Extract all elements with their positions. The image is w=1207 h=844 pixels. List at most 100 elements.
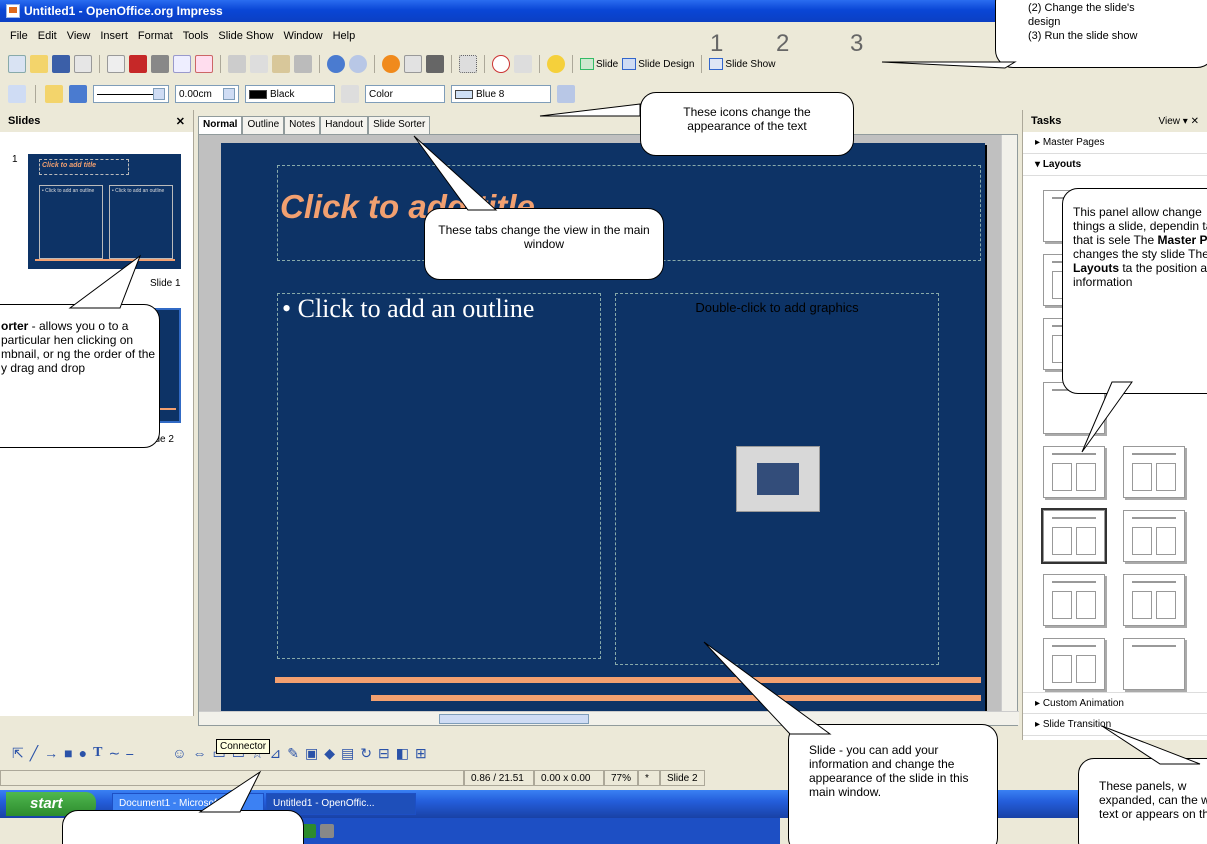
new-document-icon[interactable] [8,55,26,73]
layout-box [1076,655,1096,683]
connector-tool-icon[interactable]: ⎯ [126,745,166,762]
view-menu[interactable]: View ▾ ✕ [1159,116,1199,127]
callout-line: (3) Run the slide show [1028,30,1138,42]
print-icon[interactable] [151,55,169,73]
status-zoom[interactable]: 77% [604,770,638,786]
basic-shapes-icon[interactable]: ☺ [172,745,186,761]
tasks-pane-title: Tasks [1031,115,1062,127]
block-arrows-icon[interactable]: ⇔ [192,745,206,761]
glue-points-icon[interactable]: ⊞ [415,745,427,762]
menu-slide-show[interactable]: Slide Show [218,30,273,48]
points-icon[interactable]: ⊿ [270,745,282,762]
help-icon[interactable] [547,55,565,73]
menu-window[interactable]: Window [283,30,322,48]
menu-tools[interactable]: Tools [183,30,209,48]
alignment-icon[interactable]: ⊟ [378,745,390,762]
menu-file[interactable]: File [10,30,28,48]
menu-view[interactable]: View [67,30,91,48]
line-width-field[interactable]: 0.00cm [175,85,239,103]
layout-object-over-text[interactable] [1123,638,1185,690]
slide-show-button[interactable]: Slide Show [709,58,775,70]
layout-chart-text[interactable] [1123,510,1185,562]
vertical-scrollbar[interactable] [1001,135,1017,711]
quicklaunch-icon[interactable] [320,824,334,838]
spellcheck-icon[interactable] [173,55,191,73]
tab-outline[interactable]: Outline [242,116,285,134]
table-icon[interactable] [404,55,422,73]
slide-design-button[interactable]: Slide Design [622,58,694,70]
slide-thumbnail-1[interactable]: Click to add title • Click to add an out… [28,154,181,269]
redo-icon[interactable] [349,55,367,73]
menu-help[interactable]: Help [333,30,356,48]
line-color-select[interactable]: Black [245,85,335,103]
slide-design-button-label: Slide Design [638,58,695,70]
email-icon[interactable] [74,55,92,73]
shadow-icon[interactable] [557,85,575,103]
tab-slide-sorter[interactable]: Slide Sorter [368,116,431,134]
navigator-icon[interactable] [492,55,510,73]
paste-icon[interactable] [272,55,290,73]
arrange-icon[interactable]: ◧ [396,745,409,762]
line-style-select[interactable] [93,85,169,103]
area-style-select[interactable]: Color [365,85,445,103]
tab-normal[interactable]: Normal [198,116,243,134]
autospellcheck-icon[interactable] [195,55,213,73]
from-file-icon[interactable]: ▣ [305,745,318,762]
clone-format-icon[interactable] [294,55,312,73]
slide-show-icon [709,58,724,70]
slide-button[interactable]: Slide [580,58,618,70]
display-grid-icon[interactable] [426,55,444,73]
area-icon[interactable] [341,85,359,103]
line-tool-icon[interactable]: ╱ [30,745,38,762]
copy-icon[interactable] [250,55,268,73]
save-icon[interactable] [52,55,70,73]
curve-tool-icon[interactable]: ∼ [108,745,120,762]
line-arrow-style-icon[interactable] [8,85,26,103]
scrollbar-thumb[interactable] [439,714,589,724]
open-folder-icon[interactable] [30,55,48,73]
line-icon[interactable] [45,85,63,103]
section-layouts[interactable]: ▾ Layouts [1023,154,1207,176]
menu-edit[interactable]: Edit [38,30,57,48]
menu-insert[interactable]: Insert [100,30,128,48]
thumb-outline-left: • Click to add an outline [39,185,103,259]
insert-image-icon[interactable] [736,446,820,512]
tab-handout[interactable]: Handout [320,116,369,134]
rectangle-tool-icon[interactable]: ■ [64,745,72,761]
horizontal-scrollbar[interactable] [199,711,1019,725]
extrusion-icon[interactable]: ▤ [341,745,354,762]
cut-icon[interactable] [228,55,246,73]
section-master-pages[interactable]: ▸ Master Pages [1023,132,1207,154]
layout-text-clipart[interactable] [1041,508,1107,564]
layout-text-object[interactable] [1043,574,1105,626]
menu-format[interactable]: Format [138,30,173,48]
arrow-style-icon[interactable] [69,85,87,103]
layout-text-2objects[interactable] [1123,574,1185,626]
zoom-icon[interactable] [514,55,532,73]
arrow-tool-icon[interactable]: → [44,745,58,761]
chart-icon[interactable] [382,55,400,73]
graphics-placeholder[interactable]: Double-click to add graphics [615,293,939,665]
layout-clipart-text[interactable] [1043,446,1105,498]
tab-notes[interactable]: Notes [284,116,321,134]
close-icon[interactable]: ✕ [176,115,185,128]
undo-icon[interactable] [327,55,345,73]
area-color-select[interactable]: Blue 8 [451,85,551,103]
ellipse-tool-icon[interactable]: ● [79,745,87,761]
layout-object-text[interactable] [1043,638,1105,690]
layout-text-chart[interactable] [1123,446,1185,498]
grid-icon[interactable] [459,55,477,73]
edit-file-icon[interactable] [107,55,125,73]
connector-tooltip: Connector [216,739,271,754]
select-arrow-icon[interactable]: ⇱ [12,745,24,762]
quicklaunch-icon[interactable] [302,824,316,838]
rotate-icon[interactable]: ↻ [360,745,372,762]
text-tool-icon[interactable]: T [93,745,102,761]
callout-toolbar-actions: (2) Change the slide's design (3) Run th… [995,0,1207,68]
gallery-icon[interactable]: ◆ [324,745,335,762]
section-custom-animation[interactable]: ▸ Custom Animation [1023,692,1207,714]
fontwork-icon[interactable]: ✎ [287,745,299,762]
section-slide-transition[interactable]: ▸ Slide Transition [1023,714,1207,736]
export-pdf-icon[interactable] [129,55,147,73]
outline-placeholder[interactable]: • Click to add an outline [277,293,601,659]
